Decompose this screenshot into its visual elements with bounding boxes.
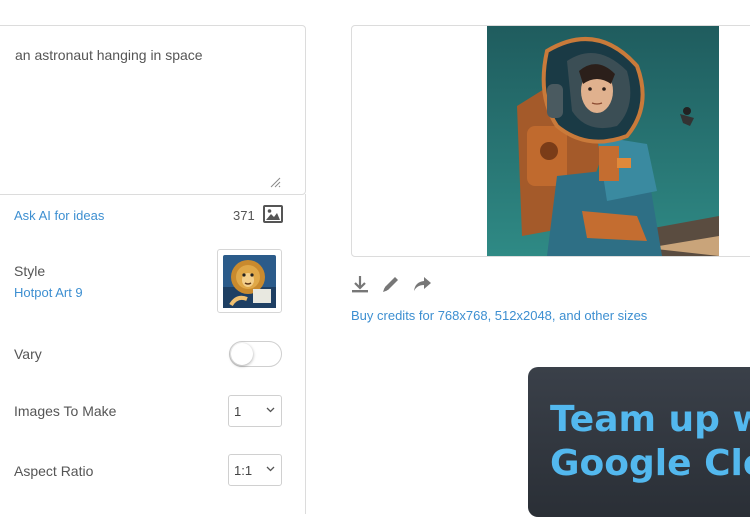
resize-handle-icon[interactable] [269, 176, 281, 188]
style-value-link[interactable]: Hotpot Art 9 [14, 285, 83, 300]
chevron-down-icon [266, 466, 275, 472]
aspect-ratio-select[interactable]: 1:1 [228, 454, 282, 486]
images-to-make-value: 1 [234, 404, 242, 419]
style-thumbnail[interactable] [217, 249, 282, 313]
chevron-down-icon [266, 407, 275, 413]
prompt-textarea[interactable]: an astronaut hanging in space [0, 25, 306, 195]
settings-panel: an astronaut hanging in space Ask AI for… [0, 0, 306, 514]
aspect-ratio-label: Aspect Ratio [14, 463, 94, 479]
prompt-text[interactable]: an astronaut hanging in space [15, 47, 203, 63]
ad-line-2: Google Clou [550, 443, 750, 484]
images-to-make-label: Images To Make [14, 403, 117, 419]
result-image[interactable] [487, 26, 719, 256]
download-icon[interactable] [350, 274, 370, 294]
aspect-ratio-value: 1:1 [234, 463, 253, 478]
edit-icon[interactable] [381, 274, 401, 294]
ad-banner[interactable]: Team up wi Google Clou [528, 367, 750, 517]
image-icon[interactable] [263, 205, 283, 223]
vary-label: Vary [14, 346, 42, 362]
lion-artwork-icon [223, 255, 276, 308]
astronaut-illustration-icon [487, 26, 719, 256]
vary-toggle[interactable] [229, 341, 282, 367]
buy-credits-link[interactable]: Buy credits for 768x768, 512x2048, and o… [351, 308, 647, 323]
images-to-make-select[interactable]: 1 [228, 395, 282, 427]
toggle-knob [231, 343, 253, 365]
ad-line-1: Team up wi [550, 399, 750, 440]
share-icon[interactable] [412, 274, 432, 294]
char-count: 371 [233, 208, 255, 223]
style-label: Style [14, 263, 46, 279]
ask-ai-link[interactable]: Ask AI for ideas [14, 208, 104, 223]
